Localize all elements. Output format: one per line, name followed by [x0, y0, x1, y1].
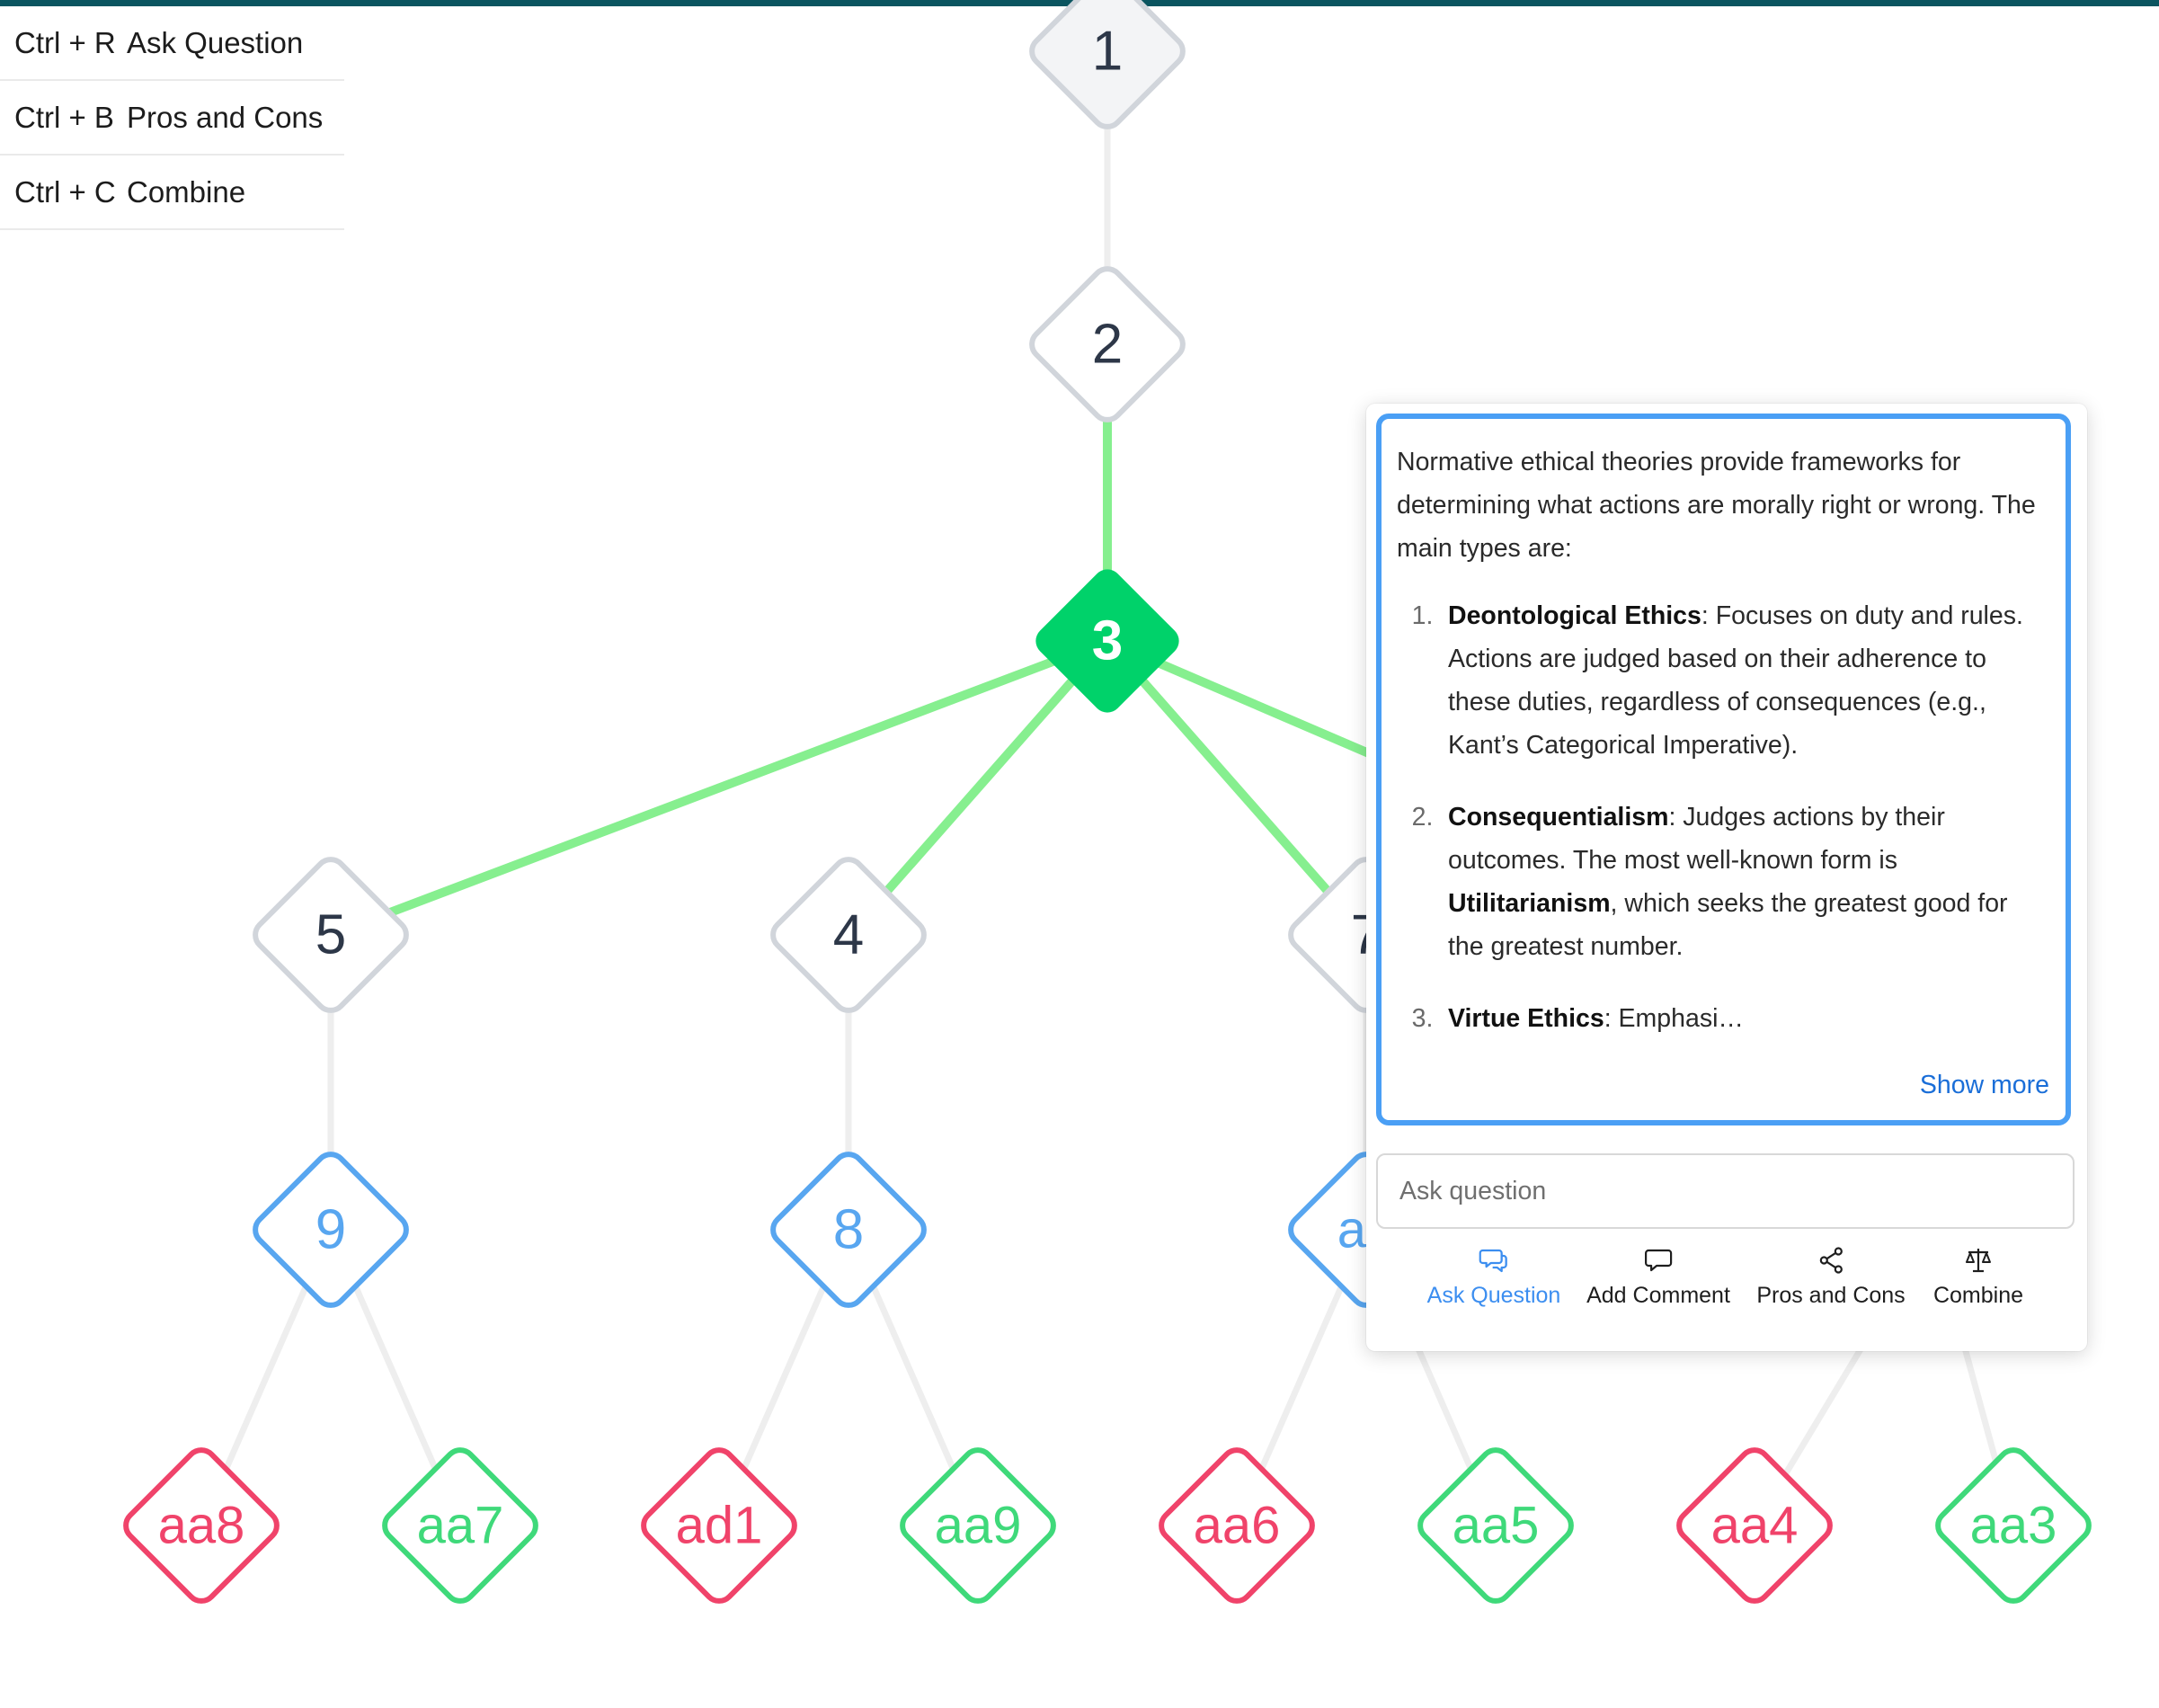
- answer-intro: Normative ethical theories provide frame…: [1397, 448, 2036, 563]
- graph-node-aa6[interactable]: aa6: [1155, 1444, 1318, 1606]
- node-label: ad1: [676, 1497, 763, 1555]
- node-label: aa7: [417, 1497, 504, 1555]
- list-item-text: : Emphasi…: [1604, 1004, 1744, 1033]
- answer-list-item: 3. Virtue Ethics: Emphasi…: [1397, 997, 2042, 1040]
- list-item-term: Deontological Ethics: [1448, 601, 1701, 630]
- shortcut-list: Ctrl + R Ask Question Ctrl + B Pros and …: [0, 6, 344, 230]
- shortcut-key: Ctrl + R: [14, 25, 116, 59]
- pros-and-cons-button[interactable]: Pros and Cons: [1756, 1246, 1906, 1309]
- graph-node-n2[interactable]: 2: [1026, 262, 1188, 425]
- shortcut-row-combine: Ctrl + C Combine: [0, 156, 344, 230]
- list-item-body: Consequentialism: Judges actions by thei…: [1448, 796, 2042, 968]
- node-label: 9: [315, 1199, 346, 1261]
- graph-node-aa8[interactable]: aa8: [120, 1444, 282, 1606]
- graph-node-aa3[interactable]: aa3: [1932, 1444, 2094, 1606]
- ask-question-button[interactable]: Ask Question: [1426, 1246, 1561, 1309]
- graph-node-aa7[interactable]: aa7: [378, 1444, 541, 1606]
- add-comment-button[interactable]: Add Comment: [1586, 1246, 1730, 1309]
- node-label: aa8: [158, 1497, 245, 1555]
- graph-node-n4[interactable]: 4: [767, 853, 929, 1016]
- list-number: 1.: [1411, 601, 1434, 630]
- popup-action-bar: Ask Question Add Comment Pros and Cons C…: [1366, 1246, 2087, 1327]
- answer-panel: Normative ethical theories provide frame…: [1376, 414, 2071, 1125]
- shortcut-row-ask-question: Ctrl + R Ask Question: [0, 6, 344, 81]
- show-more-link[interactable]: Show more: [1920, 1071, 2049, 1100]
- list-number: 3.: [1411, 1004, 1434, 1033]
- graph-node-aa5[interactable]: aa5: [1414, 1444, 1577, 1606]
- graph-node-aa4[interactable]: aa4: [1673, 1444, 1835, 1606]
- graph-node-n9[interactable]: 9: [249, 1148, 412, 1311]
- node-label: aa4: [1711, 1497, 1799, 1555]
- list-item-body: Deontological Ethics: Focuses on duty an…: [1448, 594, 2042, 767]
- list-item-body: Virtue Ethics: Emphasi…: [1448, 997, 2042, 1040]
- node-label: 2: [1092, 314, 1123, 376]
- action-label: Ask Question: [1426, 1283, 1561, 1308]
- graph-node-n1[interactable]: 1: [1026, 0, 1188, 133]
- shortcut-label: Ask Question: [127, 25, 304, 59]
- node-label: 4: [833, 904, 864, 966]
- node-label: 3: [1092, 610, 1123, 672]
- node-detail-popup: Normative ethical theories provide frame…: [1366, 404, 2087, 1351]
- ask-question-input[interactable]: [1376, 1153, 2075, 1229]
- combine-button[interactable]: Combine: [1933, 1246, 2023, 1309]
- list-number: 2.: [1411, 803, 1434, 832]
- shortcut-label: Combine: [127, 174, 246, 209]
- list-item-term-secondary: Utilitarianism: [1448, 889, 1611, 918]
- node-label: aa9: [935, 1497, 1022, 1555]
- node-label: 5: [315, 904, 346, 966]
- graph-node-n3[interactable]: 3: [1030, 564, 1186, 719]
- action-label: Combine: [1932, 1283, 2024, 1308]
- node-label: aa3: [1970, 1497, 2057, 1555]
- graph-node-n8[interactable]: 8: [767, 1148, 929, 1311]
- node-label: 1: [1092, 21, 1123, 83]
- shortcut-label: Pros and Cons: [127, 100, 324, 134]
- shortcut-key: Ctrl + B: [14, 100, 114, 134]
- answer-list-item: 1. Deontological Ethics: Focuses on duty…: [1397, 594, 2042, 767]
- action-label: Add Comment: [1586, 1283, 1730, 1308]
- list-item-term: Consequentialism: [1448, 803, 1669, 832]
- graph-edge: [329, 636, 1109, 939]
- chat-bubbles-icon: [1479, 1249, 1508, 1273]
- answer-list-item: 2. Consequentialism: Judges actions by t…: [1397, 796, 2042, 968]
- graph-node-aa9[interactable]: aa9: [896, 1444, 1059, 1606]
- graph-node-n5[interactable]: 5: [249, 853, 412, 1016]
- shortcut-row-pros-and-cons: Ctrl + B Pros and Cons: [0, 81, 344, 156]
- node-label: 8: [833, 1199, 864, 1261]
- scale-icon: [1966, 1249, 1991, 1273]
- shortcut-key: Ctrl + C: [14, 174, 116, 209]
- list-item-term: Virtue Ethics: [1448, 1004, 1604, 1033]
- node-label: aa5: [1453, 1497, 1540, 1555]
- action-label: Pros and Cons: [1756, 1283, 1906, 1308]
- comment-icon: [1644, 1249, 1673, 1272]
- answer-list: 1. Deontological Ethics: Focuses on duty…: [1397, 594, 2042, 1040]
- graph-node-ad1[interactable]: ad1: [637, 1444, 800, 1606]
- node-label: aa6: [1194, 1497, 1281, 1555]
- share-nodes-icon: [1819, 1247, 1843, 1274]
